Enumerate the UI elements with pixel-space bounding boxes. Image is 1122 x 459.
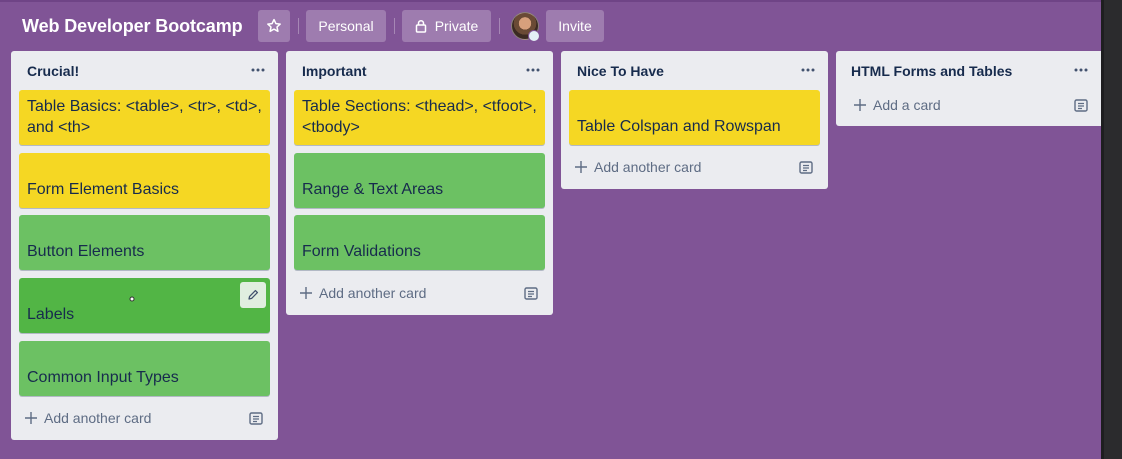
add-card-label: Add another card — [594, 159, 702, 175]
board-header: Web Developer Bootcamp Personal Private … — [0, 10, 1100, 42]
star-button[interactable] — [258, 10, 290, 42]
header-divider — [499, 18, 500, 34]
star-icon — [266, 18, 282, 34]
list-title[interactable]: HTML Forms and Tables — [851, 63, 1012, 79]
plus-icon — [573, 159, 589, 175]
visibility-button[interactable]: Private — [402, 10, 491, 42]
list-title[interactable]: Crucial! — [27, 63, 79, 79]
list-crucial: Crucial! Table Basics: <table>, <tr>, <t… — [11, 51, 278, 440]
list-menu-icon[interactable] — [798, 60, 818, 80]
lock-icon — [415, 19, 427, 33]
invite-button[interactable]: Invite — [546, 10, 604, 42]
add-card-label: Add a card — [873, 97, 941, 113]
card-template-icon[interactable] — [1073, 97, 1089, 113]
list-html-forms-and-tables: HTML Forms and Tables Add a card — [836, 51, 1101, 126]
add-card-button[interactable]: Add another card — [573, 155, 701, 179]
card-label: Button Elements — [27, 243, 145, 260]
list-menu-icon[interactable] — [1071, 60, 1091, 80]
card-label: Labels — [27, 306, 75, 323]
list-title[interactable]: Nice To Have — [577, 63, 664, 79]
list-nice-to-have: Nice To Have Table Colspan and Rowspan A… — [561, 51, 828, 189]
list-menu-icon[interactable] — [523, 60, 543, 80]
pencil-icon[interactable] — [240, 282, 266, 308]
plus-icon — [23, 410, 39, 426]
add-card-label: Add another card — [44, 410, 152, 426]
card-template-icon[interactable] — [798, 159, 814, 175]
plus-icon — [852, 97, 868, 113]
card-label: Table Colspan and Rowspan — [577, 118, 781, 135]
card-label: Range & Text Areas — [302, 181, 444, 198]
add-card-button[interactable]: Add another card — [298, 281, 426, 305]
header-divider — [394, 18, 395, 34]
card-label: Form Validations — [302, 243, 421, 260]
admin-badge — [528, 30, 540, 42]
top-border — [0, 0, 1122, 2]
card-label: Table Basics: <table>, <tr>, <td>, and <… — [27, 98, 262, 136]
card[interactable]: Table Sections: <thead>, <tfoot>, <tbody… — [294, 90, 545, 145]
card[interactable]: Form Element Basics — [19, 153, 270, 208]
card-label: Table Sections: <thead>, <tfoot>, <tbody… — [302, 98, 537, 136]
card-label: Form Element Basics — [27, 181, 180, 198]
board-title[interactable]: Web Developer Bootcamp — [22, 16, 243, 37]
card[interactable]: Range & Text Areas — [294, 153, 545, 208]
right-scroll-panel — [1101, 0, 1122, 459]
card-template-icon[interactable] — [248, 410, 264, 426]
list-important: Important Table Sections: <thead>, <tfoo… — [286, 51, 553, 315]
team-button[interactable]: Personal — [306, 10, 386, 42]
list-menu-icon[interactable] — [248, 60, 268, 80]
mouse-cursor — [129, 296, 135, 302]
card[interactable]: Table Colspan and Rowspan — [569, 90, 820, 145]
card[interactable]: Common Input Types — [19, 341, 270, 396]
add-card-button[interactable]: Add a card — [852, 93, 941, 117]
add-card-label: Add another card — [319, 285, 427, 301]
visibility-label: Private — [434, 18, 479, 34]
card[interactable]: Button Elements — [19, 215, 270, 270]
header-divider — [298, 18, 299, 34]
card[interactable]: Table Basics: <table>, <tr>, <td>, and <… — [19, 90, 270, 145]
card-template-icon[interactable] — [523, 285, 539, 301]
card[interactable]: Labels — [19, 278, 270, 333]
add-card-button[interactable]: Add another card — [23, 406, 151, 430]
card[interactable]: Form Validations — [294, 215, 545, 270]
plus-icon — [298, 285, 314, 301]
card-label: Common Input Types — [27, 369, 179, 386]
list-title[interactable]: Important — [302, 63, 367, 79]
